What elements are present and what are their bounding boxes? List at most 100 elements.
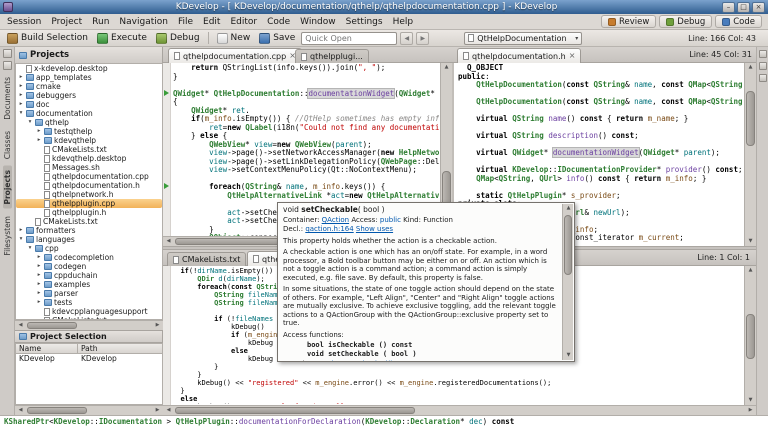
dock-icon[interactable] — [759, 74, 767, 82]
column-header-path[interactable]: Path — [78, 344, 140, 353]
dock-icon[interactable] — [3, 49, 12, 58]
tree-item[interactable]: ▸testqthelp — [16, 127, 162, 136]
vertical-scrollbar[interactable]: ▲ ▼ — [744, 266, 756, 405]
tree-item[interactable]: qthelpplugin.h — [16, 208, 162, 217]
column-header-name[interactable]: Name — [16, 344, 78, 353]
navigate-back-button[interactable]: ◀ — [400, 32, 413, 45]
navigate-forward-button[interactable]: ▶ — [416, 32, 429, 45]
scroll-up-icon[interactable]: ▲ — [563, 204, 574, 213]
scrollbar-thumb[interactable] — [175, 407, 415, 414]
decl-link[interactable]: qaction.h:164 — [305, 225, 353, 233]
chevron-right-icon[interactable]: ▸ — [36, 271, 42, 280]
new-button[interactable]: New — [214, 32, 254, 45]
dock-icon[interactable] — [759, 50, 767, 58]
scrollbar-thumb[interactable] — [27, 322, 77, 329]
tree-item[interactable]: Messages.sh — [16, 163, 162, 172]
tree-item[interactable]: ▸tests — [16, 298, 162, 307]
dock-tab-documents[interactable]: Documents — [3, 73, 12, 124]
see-also-link[interactable]: QAction::setChecked(). — [315, 360, 396, 362]
tree-item[interactable]: CMakeLists.txt — [16, 217, 162, 226]
dock-tab-filesystem[interactable]: Filesystem — [3, 212, 12, 260]
tree-item[interactable]: ▸parser — [16, 289, 162, 298]
editor-gutter[interactable] — [163, 63, 171, 246]
tab-qthelpplugin[interactable]: qthelpplugi... — [295, 49, 369, 63]
chevron-right-icon[interactable]: ▸ — [36, 289, 42, 298]
chevron-right-icon[interactable]: ▸ — [36, 280, 42, 289]
show-uses-link[interactable]: Show uses — [356, 225, 393, 233]
editor-gutter[interactable] — [163, 266, 171, 405]
chevron-down-icon[interactable]: ▾ — [18, 109, 24, 118]
dock-tab-projects[interactable]: Projects — [3, 166, 12, 209]
tree-item[interactable]: ▸codecompletion — [16, 253, 162, 262]
tree-item[interactable]: kdevqthelp.desktop — [16, 154, 162, 163]
tab-qthelpdocumentation-h[interactable]: qthelpdocumentation.h × — [457, 48, 581, 63]
chevron-right-icon[interactable]: ▸ — [18, 226, 24, 235]
tree-horizontal-scrollbar[interactable]: ◀ ▶ — [15, 320, 163, 330]
menu-settings[interactable]: Settings — [341, 16, 388, 28]
menu-editor[interactable]: Editor — [225, 16, 262, 28]
tree-item[interactable]: ▾documentation — [16, 109, 162, 118]
chevron-right-icon[interactable]: ▸ — [36, 127, 42, 136]
dock-tab-classes[interactable]: Classes — [3, 127, 12, 163]
tree-item[interactable]: qthelpplugin.cpp — [16, 199, 162, 208]
menu-file[interactable]: File — [173, 16, 198, 28]
menu-code[interactable]: Code — [262, 16, 295, 28]
container-link[interactable]: QAction — [322, 216, 349, 224]
menu-navigation[interactable]: Navigation — [114, 16, 173, 28]
dock-icon[interactable] — [759, 62, 767, 70]
tree-item[interactable]: x-kdevelop.desktop — [16, 64, 162, 73]
scroll-left-icon[interactable]: ◀ — [15, 406, 26, 415]
tree-item[interactable]: ▸cppduchain — [16, 271, 162, 280]
scroll-left-icon[interactable]: ◀ — [15, 321, 26, 330]
tree-item[interactable]: ▾cpp — [16, 244, 162, 253]
scrollbar-thumb[interactable] — [27, 407, 87, 414]
chevron-right-icon[interactable]: ▸ — [36, 298, 42, 307]
scroll-up-icon[interactable]: ▲ — [745, 63, 756, 72]
scroll-right-icon[interactable]: ▶ — [152, 321, 163, 330]
scroll-down-icon[interactable]: ▼ — [745, 237, 756, 246]
tree-item[interactable]: ▸codegen — [16, 262, 162, 271]
scroll-up-icon[interactable]: ▲ — [745, 266, 756, 275]
bottom-horizontal-scrollbar[interactable]: ◀ ▶ — [163, 405, 756, 415]
debug-button[interactable]: Debug — [153, 32, 203, 45]
symbol-navigator-combo[interactable]: QtHelpDocumentation ▾ — [464, 32, 582, 45]
chevron-down-icon[interactable]: ▾ — [27, 244, 33, 253]
build-selection-button[interactable]: Build Selection — [4, 32, 91, 45]
tab-cmakelists[interactable]: CMakeLists.txt — [167, 252, 246, 266]
chevron-right-icon[interactable]: ▸ — [18, 82, 24, 91]
area-code-button[interactable]: Code — [715, 15, 762, 28]
scroll-right-icon[interactable]: ▶ — [152, 406, 163, 415]
tree-item[interactable]: qthelpdocumentation.h — [16, 181, 162, 190]
tree-item[interactable]: ▸app_templates — [16, 73, 162, 82]
chevron-right-icon[interactable]: ▸ — [18, 91, 24, 100]
project-selection-scrollbar[interactable]: ◀ ▶ — [15, 405, 163, 415]
minimize-button[interactable]: – — [722, 2, 735, 13]
scrollbar-thumb[interactable] — [746, 91, 755, 146]
tree-item[interactable]: ▾languages — [16, 235, 162, 244]
chevron-right-icon[interactable]: ▸ — [18, 73, 24, 82]
dock-icon[interactable] — [3, 61, 12, 70]
maximize-button[interactable]: □ — [737, 2, 750, 13]
chevron-right-icon[interactable]: ▸ — [36, 136, 42, 145]
scroll-down-icon[interactable]: ▼ — [745, 396, 756, 405]
area-debug-button[interactable]: Debug — [659, 15, 712, 28]
scrollbar-thumb[interactable] — [746, 314, 755, 359]
vertical-scrollbar[interactable]: ▲ ▼ — [744, 63, 756, 246]
chevron-down-icon[interactable]: ▾ — [27, 118, 33, 127]
execute-button[interactable]: Execute — [94, 32, 150, 45]
tab-qthelpdocumentation-cpp[interactable]: qthelpdocumentation.cpp × — [168, 48, 302, 63]
chevron-down-icon[interactable]: ▾ — [18, 235, 24, 244]
tree-item[interactable]: ▸kdevqthelp — [16, 136, 162, 145]
area-review-button[interactable]: Review — [601, 15, 656, 28]
tree-item[interactable]: ▸examples — [16, 280, 162, 289]
menu-session[interactable]: Session — [2, 16, 46, 28]
tree-item[interactable]: CMakeLists.txt — [16, 145, 162, 154]
chevron-right-icon[interactable]: ▸ — [36, 262, 42, 271]
scroll-right-icon[interactable]: ▶ — [745, 406, 756, 415]
table-row[interactable]: KDevelop KDevelop — [16, 354, 162, 364]
menu-window[interactable]: Window — [295, 16, 341, 28]
close-button[interactable]: × — [752, 2, 765, 13]
scroll-left-icon[interactable]: ◀ — [163, 406, 174, 415]
quick-open-input[interactable] — [301, 32, 397, 45]
tree-item[interactable]: kdevcpplanguagesupport — [16, 307, 162, 316]
